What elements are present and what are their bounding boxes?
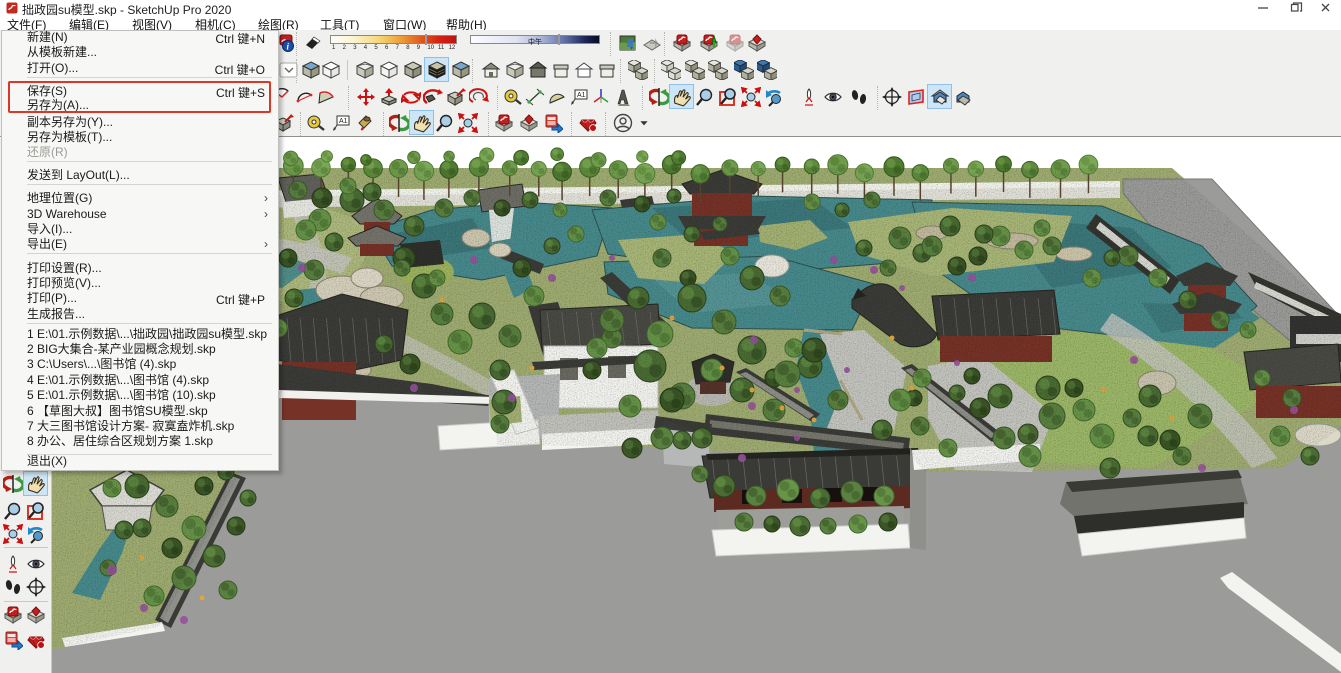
svg-text:A1: A1	[577, 92, 586, 99]
svg-text:A1: A1	[339, 118, 348, 125]
